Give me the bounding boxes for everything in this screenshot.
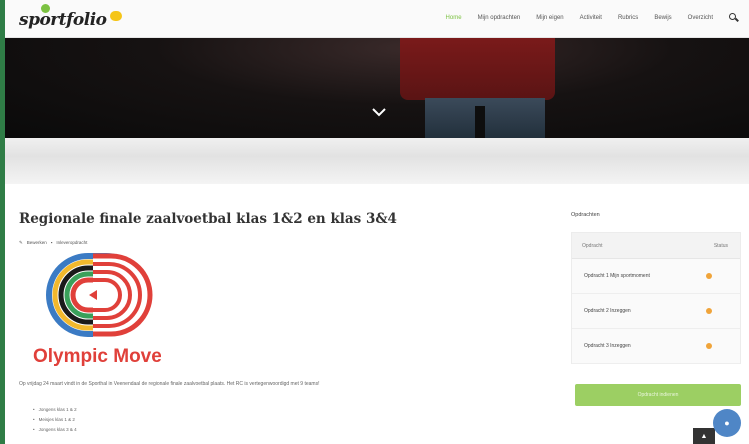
article-meta: ✎ Bewerken ▪ Inleveropdracht	[19, 240, 87, 246]
olympic-logo-text: Olympic Moves	[33, 346, 161, 367]
logo-bubble-icon	[109, 11, 122, 21]
page-title: Regionale finale zaalvoetbal klas 1&2 en…	[19, 211, 397, 227]
table-row[interactable]: Opdracht 3 Inzeggen	[572, 329, 740, 364]
status-dot-icon	[706, 343, 712, 349]
chat-icon: ●	[724, 418, 730, 428]
assignments-table: Opdracht Status Opdracht 1 Mijn sportmom…	[571, 232, 741, 364]
site-header: sportfolio Home Mijn opdrachten Mijn eig…	[5, 0, 749, 38]
chevron-up-icon: ▲	[700, 432, 708, 440]
list-item: Meisjes klas 1 & 2	[33, 415, 77, 425]
table-row[interactable]: Opdracht 1 Mijn sportmoment	[572, 259, 740, 294]
team-list: Jongens klas 1 & 2 Meisjes klas 1 & 2 Jo…	[33, 405, 77, 435]
logo-text: sportfolio	[19, 10, 107, 30]
sidebar-heading: Opdrachten	[571, 212, 600, 218]
row-label[interactable]: Opdracht 2 Inzeggen	[584, 308, 631, 314]
hero-player-shirt	[400, 38, 555, 100]
edit-icon: ✎	[19, 240, 23, 245]
hero-band	[5, 138, 749, 184]
status-dot-icon	[706, 308, 712, 314]
article-intro: Op vrijdag 24 maart vindt in de Sporthal…	[19, 381, 320, 387]
row-label[interactable]: Opdracht 3 Inzeggen	[584, 343, 631, 349]
page-frame: sportfolio Home Mijn opdrachten Mijn eig…	[5, 0, 749, 444]
logo-dot-icon	[41, 4, 50, 13]
nav-item-mijn-eigen[interactable]: Mijn eigen	[536, 15, 563, 21]
list-item: Jongens klas 3 & 4	[33, 425, 77, 435]
table-header: Opdracht Status	[572, 233, 740, 259]
nav-item-activiteit[interactable]: Activiteit	[580, 15, 602, 21]
hero-player-legs	[425, 98, 545, 138]
hero-player-gap	[475, 106, 485, 138]
scroll-top-button[interactable]: ▲	[693, 428, 715, 444]
meta-category[interactable]: Inleveropdracht	[56, 240, 87, 246]
nav-item-mijn-opdrachten[interactable]: Mijn opdrachten	[478, 15, 521, 21]
chevron-down-icon[interactable]	[371, 104, 387, 120]
row-label[interactable]: Opdracht 1 Mijn sportmoment	[584, 273, 650, 279]
nav-item-overzicht[interactable]: Overzicht	[688, 15, 713, 21]
chat-button[interactable]: ●	[713, 409, 741, 437]
site-logo[interactable]: sportfolio	[19, 4, 122, 32]
hero-banner	[5, 38, 749, 138]
main-nav: Home Mijn opdrachten Mijn eigen Activite…	[446, 13, 739, 23]
folder-icon: ▪	[50, 240, 53, 245]
col-task: Opdracht	[582, 242, 603, 249]
meta-author[interactable]: Bewerken	[27, 240, 47, 246]
olympic-moves-logo: Olympic Moves	[33, 253, 161, 367]
submit-assignment-button[interactable]: Opdracht indienen	[575, 384, 741, 406]
col-status: Status	[713, 242, 728, 249]
nav-item-bewijs[interactable]: Bewijs	[654, 15, 671, 21]
nav-item-home[interactable]: Home	[446, 15, 462, 21]
table-row[interactable]: Opdracht 2 Inzeggen	[572, 294, 740, 329]
status-dot-icon	[706, 273, 712, 279]
search-icon[interactable]	[729, 13, 739, 23]
nav-item-rubrics[interactable]: Rubrics	[618, 15, 638, 21]
list-item: Jongens klas 1 & 2	[33, 405, 77, 415]
